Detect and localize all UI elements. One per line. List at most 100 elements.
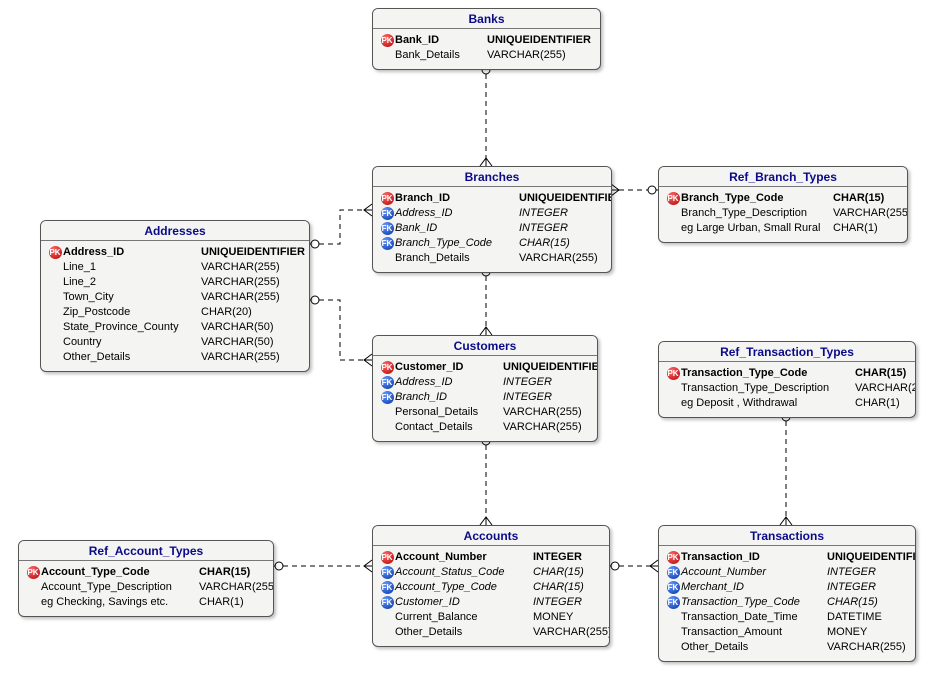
entity-title: Branches — [373, 167, 611, 187]
column-name: Branch_Type_Code — [681, 191, 833, 206]
column-type: MONEY — [827, 625, 909, 640]
column-name: Branch_Type_Description — [681, 206, 833, 221]
entity-title: Transactions — [659, 526, 915, 546]
entity-columns: PKAccount_NumberINTEGERFKAccount_Status_… — [373, 546, 609, 646]
column-type: CHAR(15) — [855, 366, 909, 381]
column-type: UNIQUEIDENTIFIER — [827, 550, 916, 565]
column-name: Personal_Details — [395, 405, 503, 420]
column-name: eg Deposit , Withdrawal — [681, 396, 855, 411]
entity-transactions: TransactionsPKTransaction_IDUNIQUEIDENTI… — [658, 525, 916, 662]
pk-icon: PK — [25, 566, 41, 579]
column-name: Address_ID — [63, 245, 201, 260]
column-type: VARCHAR(255) — [827, 640, 909, 655]
column-type: CHAR(15) — [519, 236, 605, 251]
entity-addresses: AddressesPKAddress_IDUNIQUEIDENTIFIERLin… — [40, 220, 310, 372]
column-name: Account_Number — [395, 550, 533, 565]
column-row: Transaction_AmountMONEY — [665, 625, 909, 640]
column-row: FKCustomer_IDINTEGER — [379, 595, 603, 610]
column-type: VARCHAR(255) — [855, 381, 916, 396]
column-name: Other_Details — [681, 640, 827, 655]
column-name: Branch_Type_Code — [395, 236, 519, 251]
fk-icon: FK — [379, 376, 395, 389]
column-name: Bank_ID — [395, 221, 519, 236]
column-name: Transaction_Date_Time — [681, 610, 827, 625]
column-row: State_Province_CountyVARCHAR(50) — [47, 320, 303, 335]
column-name: Contact_Details — [395, 420, 503, 435]
entity-title: Ref_Account_Types — [19, 541, 273, 561]
fk-icon: FK — [379, 222, 395, 235]
entity-title: Customers — [373, 336, 597, 356]
column-name: Line_1 — [63, 260, 201, 275]
column-name: Town_City — [63, 290, 201, 305]
fk-icon: FK — [379, 391, 395, 404]
column-type: UNIQUEIDENTIFIER — [487, 33, 594, 48]
column-type: INTEGER — [827, 580, 909, 595]
fk-icon: FK — [665, 581, 681, 594]
column-type: VARCHAR(255) — [833, 206, 908, 221]
column-row: PKAccount_NumberINTEGER — [379, 550, 603, 565]
column-type: VARCHAR(255) — [201, 275, 303, 290]
column-name: Transaction_Type_Description — [681, 381, 855, 396]
column-type: DATETIME — [827, 610, 909, 625]
column-type: CHAR(15) — [199, 565, 267, 580]
entity-columns: PKCustomer_IDUNIQUEIDENTIFIERFKAddress_I… — [373, 356, 597, 441]
entity-branches: BranchesPKBranch_IDUNIQUEIDENTIFIERFKAdd… — [372, 166, 612, 273]
entity-columns: PKTransaction_IDUNIQUEIDENTIFIERFKAccoun… — [659, 546, 915, 661]
column-name: Account_Type_Code — [41, 565, 199, 580]
column-type: VARCHAR(50) — [201, 320, 303, 335]
column-type: INTEGER — [533, 550, 603, 565]
column-name: State_Province_County — [63, 320, 201, 335]
fk-icon: FK — [665, 596, 681, 609]
pk-icon: PK — [665, 367, 681, 380]
column-name: Branch_ID — [395, 191, 519, 206]
column-row: PKCustomer_IDUNIQUEIDENTIFIER — [379, 360, 591, 375]
column-name: Bank_Details — [395, 48, 487, 63]
column-row: FKAddress_IDINTEGER — [379, 375, 591, 390]
column-row: Other_DetailsVARCHAR(255) — [47, 350, 303, 365]
column-row: PKAddress_IDUNIQUEIDENTIFIER — [47, 245, 303, 260]
fk-icon: FK — [665, 566, 681, 579]
column-row: Branch_Type_DescriptionVARCHAR(255) — [665, 206, 901, 221]
column-row: Line_1VARCHAR(255) — [47, 260, 303, 275]
column-row: Line_2VARCHAR(255) — [47, 275, 303, 290]
column-row: PKBranch_Type_CodeCHAR(15) — [665, 191, 901, 206]
column-row: Zip_PostcodeCHAR(20) — [47, 305, 303, 320]
column-row: Branch_DetailsVARCHAR(255) — [379, 251, 605, 266]
entity-title: Addresses — [41, 221, 309, 241]
column-type: VARCHAR(255) — [519, 251, 605, 266]
column-type: UNIQUEIDENTIFIER — [519, 191, 612, 206]
column-type: CHAR(1) — [855, 396, 909, 411]
column-name: Transaction_Type_Code — [681, 595, 827, 610]
column-name: eg Large Urban, Small Rural — [681, 221, 833, 236]
column-row: Other_DetailsVARCHAR(255) — [379, 625, 603, 640]
fk-icon: FK — [379, 237, 395, 250]
column-type: VARCHAR(255) — [533, 625, 610, 640]
column-row: Bank_DetailsVARCHAR(255) — [379, 48, 594, 63]
column-row: FKBank_IDINTEGER — [379, 221, 605, 236]
column-name: Address_ID — [395, 206, 519, 221]
column-name: eg Checking, Savings etc. — [41, 595, 199, 610]
entity-ref_account_types: Ref_Account_TypesPKAccount_Type_CodeCHAR… — [18, 540, 274, 617]
column-type: CHAR(1) — [833, 221, 901, 236]
entity-customers: CustomersPKCustomer_IDUNIQUEIDENTIFIERFK… — [372, 335, 598, 442]
entity-columns: PKBranch_IDUNIQUEIDENTIFIERFKAddress_IDI… — [373, 187, 611, 272]
column-row: FKMerchant_IDINTEGER — [665, 580, 909, 595]
column-row: PKBranch_IDUNIQUEIDENTIFIER — [379, 191, 605, 206]
column-row: FKAccount_NumberINTEGER — [665, 565, 909, 580]
column-type: UNIQUEIDENTIFIER — [201, 245, 305, 260]
column-type: CHAR(20) — [201, 305, 303, 320]
pk-icon: PK — [379, 361, 395, 374]
pk-icon: PK — [379, 34, 395, 47]
column-row: FKTransaction_Type_CodeCHAR(15) — [665, 595, 909, 610]
entity-columns: PKTransaction_Type_CodeCHAR(15)Transacti… — [659, 362, 915, 417]
entity-columns: PKAccount_Type_CodeCHAR(15)Account_Type_… — [19, 561, 273, 616]
column-name: Account_Type_Description — [41, 580, 199, 595]
column-name: Transaction_Amount — [681, 625, 827, 640]
column-name: Branch_Details — [395, 251, 519, 266]
entity-title: Accounts — [373, 526, 609, 546]
column-row: FKBranch_IDINTEGER — [379, 390, 591, 405]
column-type: CHAR(15) — [533, 565, 603, 580]
entity-ref_branch_types: Ref_Branch_Types PKBranch_Type_CodeCHAR(1… — [658, 166, 908, 243]
column-name: Transaction_ID — [681, 550, 827, 565]
entity-title: Ref_Branch_Types — [659, 167, 907, 187]
